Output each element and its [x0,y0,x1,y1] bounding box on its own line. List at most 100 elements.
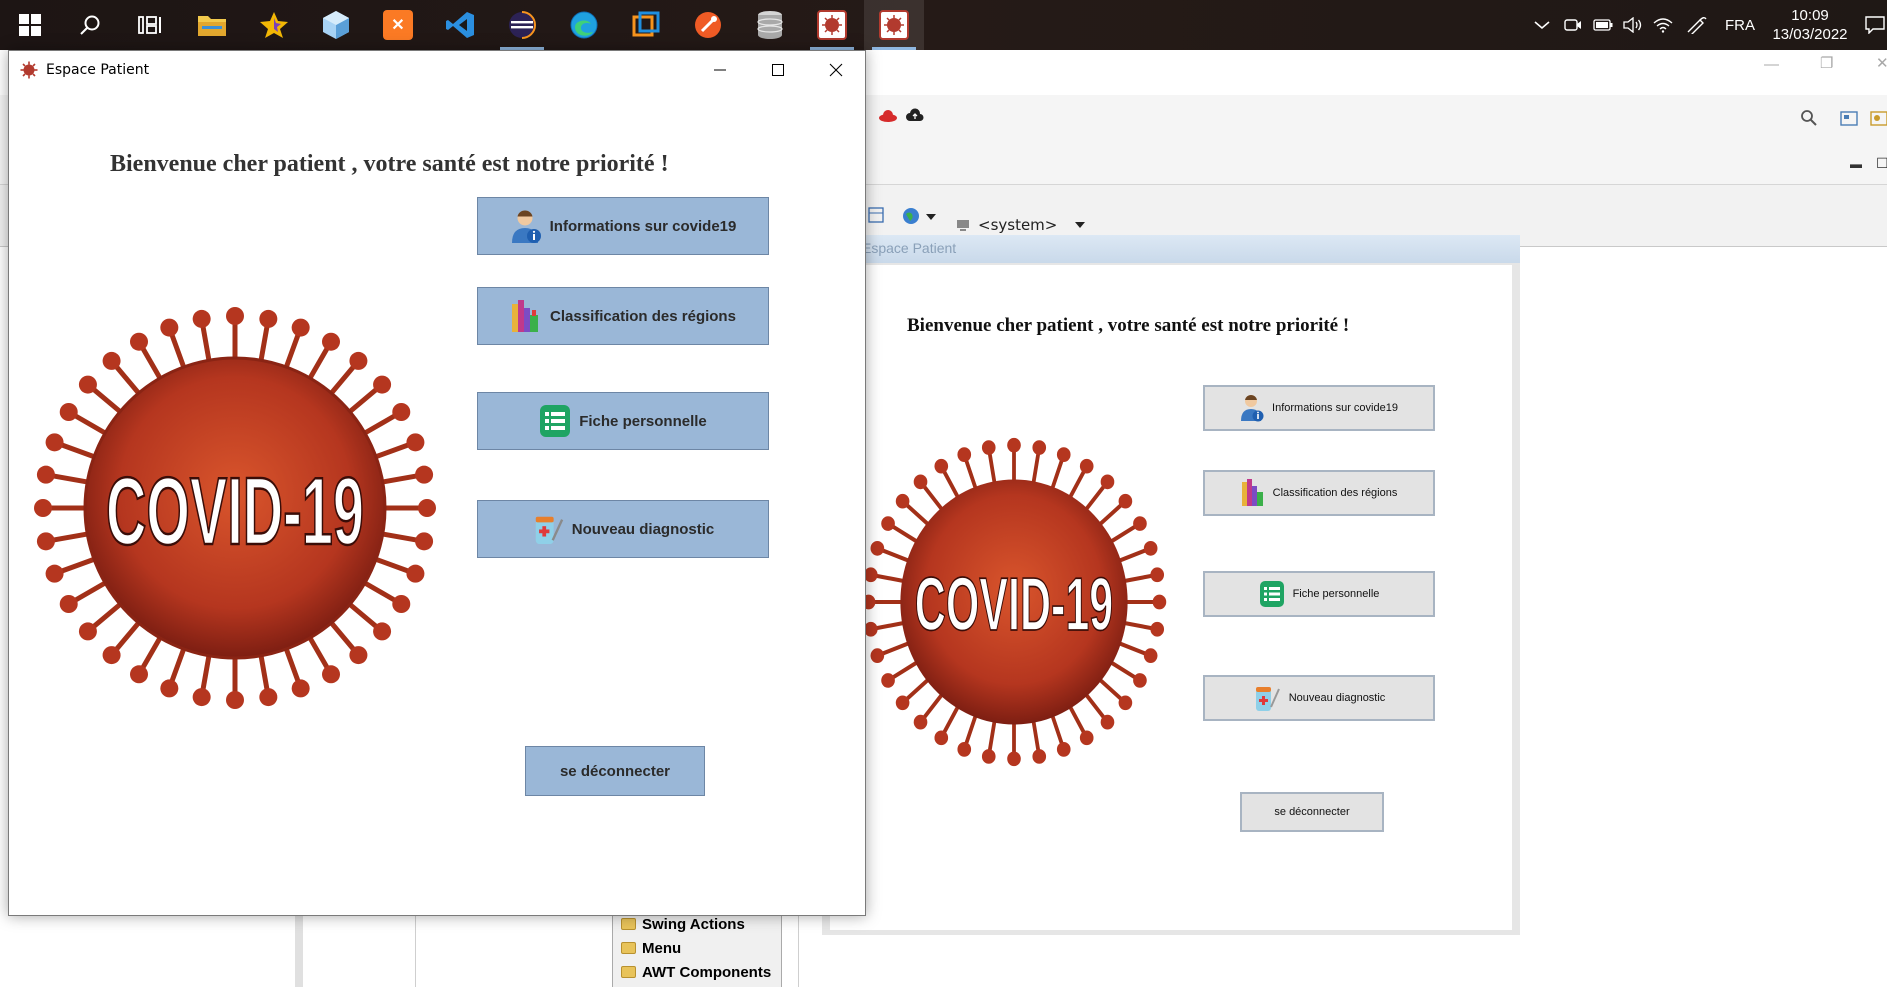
logout-button[interactable]: se déconnecter [525,746,705,796]
virus-spike-stem [1098,502,1124,526]
virus-spike-head [1007,751,1021,767]
java-perspective-icon[interactable] [1870,109,1887,127]
virus-spike-stem [891,524,918,544]
virus-spike-stem [1031,720,1041,752]
virus-spike-head [45,564,64,583]
taskbar-virtualbox[interactable] [616,0,676,50]
preview-fiche-button[interactable]: Fiche personnelle [1203,571,1435,617]
tray-wifi[interactable] [1650,0,1676,50]
taskbar-cube-app[interactable] [306,0,366,50]
preview-classification-button[interactable]: Classification des régions [1203,470,1435,516]
taskbar-edge[interactable] [554,0,614,50]
covid-image[interactable]: COVID-19 [33,306,437,710]
panel-maximize-icon[interactable]: ☐ [1876,155,1887,172]
virus-spike-head [1150,567,1165,583]
tray-battery[interactable] [1590,0,1616,50]
palette-item-swing-actions[interactable]: Swing Actions [621,913,745,935]
maximize-button[interactable] [749,51,807,89]
tray-language[interactable]: FRA [1720,0,1760,50]
perspective-icon[interactable] [1840,109,1858,127]
virus-spike-head [259,309,278,328]
minimize-icon [714,69,726,71]
virus-spike-stem [880,641,910,656]
virus-spike-stem [200,324,212,363]
virus-spike-head [863,567,878,583]
virus-spike-stem [169,646,187,684]
virus-spike-stem [139,345,164,382]
star-icon [260,12,288,38]
vscode-icon [446,12,474,38]
virus-spike-head [192,688,211,707]
xampp-icon: ✕ [383,10,413,40]
camera-icon [1564,19,1581,31]
espace-patient-window: Espace Patient Bienvenue cher patient , … [8,50,866,916]
virus-spike-head [1079,730,1094,746]
window-titlebar[interactable]: Espace Patient [9,51,865,89]
virus-spike-stem [373,442,411,460]
virus-spike-stem [1118,548,1148,563]
virus-spike-stem [1084,484,1107,511]
preview-logout-button[interactable]: se déconnecter [1240,792,1384,832]
minimize-button[interactable] [691,51,749,89]
close-button[interactable] [807,51,865,89]
virus-spike-stem [891,660,918,680]
info-covid-button[interactable]: Informations sur covide19 [477,197,769,255]
virus-spike-head [1118,493,1133,509]
taskbar-covid-app-1[interactable] [802,0,862,50]
taskbar-database[interactable] [740,0,800,50]
cloud-upload-icon[interactable] [906,108,924,122]
palette-item-menu[interactable]: Menu [621,937,681,959]
virus-spike-head [102,351,121,370]
taskbar-file-explorer[interactable] [182,0,242,50]
ide-splitter[interactable] [295,916,303,987]
virus-spike-stem [1118,641,1148,656]
tray-meet[interactable] [1560,0,1586,50]
virus-spike-head [226,691,244,709]
globe-icon[interactable] [902,207,920,225]
ide-minimize-icon[interactable]: — [1764,56,1779,73]
ide-close-icon[interactable]: ✕ [1876,54,1887,72]
taskbar-xampp[interactable]: ✕ [368,0,428,50]
classification-regions-button[interactable]: Classification des régions [477,287,769,345]
search-icon[interactable] [1800,109,1818,127]
virus-spike-head [870,541,885,556]
start-button[interactable] [0,0,60,50]
virus-spike-head [291,679,310,698]
palette-item-awt-components[interactable]: AWT Components [621,961,771,983]
virus-spike-head [1133,673,1147,688]
ide-restore-icon[interactable]: ❐ [1820,54,1833,72]
preview-diagnostic-button[interactable]: Nouveau diagnostic [1203,675,1435,721]
nouveau-diagnostic-label: Nouveau diagnostic [571,520,715,538]
taskbar-vscode[interactable] [430,0,490,50]
taskbar-postman[interactable] [678,0,738,50]
layout-icon[interactable] [868,207,884,223]
redhat-icon[interactable] [878,109,898,123]
search-button[interactable] [60,0,120,50]
chevron-down-icon[interactable] [926,214,936,220]
taskbar-covid-app-2[interactable] [864,0,924,50]
virus-spike-head [1056,742,1071,757]
look-and-feel-combo[interactable]: <system> [956,216,1086,234]
virus-spike-stem [51,473,90,485]
tray-clock[interactable]: 10:09 13/03/2022 [1764,0,1856,50]
notification-button[interactable] [1862,0,1887,50]
taskbar-eclipse[interactable] [492,0,552,50]
postman-icon [695,12,721,38]
virus-spike-head [1118,695,1133,711]
taskbar-star-app[interactable] [244,0,304,50]
panel-minimize-icon[interactable]: ▬ [1850,157,1862,171]
preview-info-button[interactable]: Informations sur covide19 [1203,385,1435,431]
virus-spike-head [160,679,179,698]
nouveau-diagnostic-button[interactable]: Nouveau diagnostic [477,500,769,558]
task-view-button[interactable] [120,0,180,50]
tray-volume[interactable] [1620,0,1646,50]
tray-pen[interactable] [1682,0,1712,50]
cube-icon [323,11,349,39]
fiche-personnelle-button[interactable]: Fiche personnelle [477,392,769,450]
tray-overflow-button[interactable] [1530,0,1554,50]
virus-spike-head [373,375,392,394]
virus-spike-stem [328,619,357,653]
preview-covid-image[interactable]: COVID-19 [861,437,1167,767]
virus-spike-head [322,665,340,684]
virus-spike-stem [283,646,301,684]
